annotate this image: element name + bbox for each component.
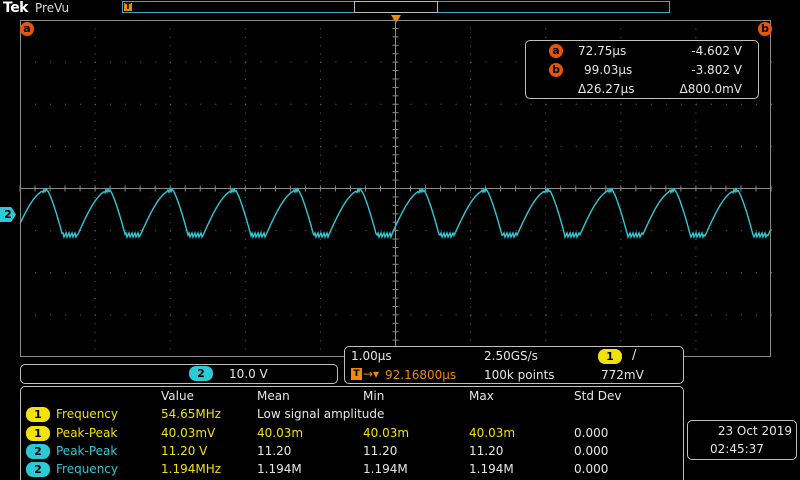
cursor-b-marker[interactable]: b bbox=[758, 22, 772, 36]
trigger-delay-icon: T bbox=[351, 368, 362, 380]
meas-row-mean: 11.20 bbox=[257, 444, 292, 458]
meas-row-stddev: 0.000 bbox=[574, 426, 609, 440]
trigger-source-badge: 1 bbox=[598, 349, 622, 364]
meas-header-min: Min bbox=[363, 389, 385, 403]
meas-row-name: Frequency bbox=[56, 462, 118, 476]
meas-row-mean: 40.03m bbox=[257, 426, 304, 440]
ch2-scale-panel[interactable]: 2 10.0 V bbox=[20, 364, 338, 384]
meas-header-stddev: Std Dev bbox=[574, 389, 622, 403]
date-readout: 23 Oct 2019 bbox=[717, 424, 792, 438]
trigger-level: 772mV bbox=[601, 368, 644, 382]
datetime-panel[interactable]: 23 Oct 2019 02:45:37 bbox=[687, 420, 797, 460]
meas-row-max: 1.194M bbox=[469, 462, 514, 476]
meas-row-max: 40.03m bbox=[469, 426, 516, 440]
meas-row-stddev: 0.000 bbox=[574, 462, 609, 476]
meas-header-max: Max bbox=[469, 389, 494, 403]
cursor-a-voltage: -4.602 V bbox=[691, 44, 742, 58]
cursor-b-time: 99.03µs bbox=[584, 63, 633, 77]
meas-row-value: 1.194MHz bbox=[161, 462, 222, 476]
meas-row-max: 11.20 bbox=[469, 444, 504, 458]
sample-rate: 2.50GS/s bbox=[484, 349, 538, 363]
meas-row-channel-badge: 2 bbox=[26, 462, 50, 477]
meas-header-mean: Mean bbox=[257, 389, 290, 403]
meas-row-min: 40.03m bbox=[363, 426, 410, 440]
time-per-division: 1.00µs bbox=[351, 349, 392, 363]
trigger-delay-arrow: →▾ bbox=[363, 367, 380, 381]
horizontal-trigger-panel[interactable]: 1.00µs 2.50GS/s 1 / T →▾ 92.16800µs 100k… bbox=[344, 346, 684, 384]
cursor-b-voltage: -3.802 V bbox=[691, 63, 742, 77]
meas-row-min: 11.20 bbox=[363, 444, 398, 458]
meas-row-value: 11.20 V bbox=[161, 444, 208, 458]
cursor-delta-voltage: Δ800.0mV bbox=[679, 82, 742, 96]
record-length: 100k points bbox=[484, 368, 555, 382]
cursor-b-badge: b bbox=[549, 63, 563, 77]
trigger-delay: 92.16800µs bbox=[385, 368, 457, 382]
meas-row-min: 1.194M bbox=[363, 462, 408, 476]
meas-row-stddev: 0.000 bbox=[574, 444, 609, 458]
cursor-a-badge: a bbox=[549, 44, 563, 58]
meas-row-value: 40.03mV bbox=[161, 426, 216, 440]
ch2-badge: 2 bbox=[189, 366, 213, 381]
ch2-scale: 10.0 V bbox=[229, 367, 268, 381]
meas-row-channel-badge: 1 bbox=[26, 426, 50, 441]
cursor-a-marker[interactable]: a bbox=[20, 22, 34, 36]
meas-row-name: Peak-Peak bbox=[56, 444, 118, 458]
meas-header-value: Value bbox=[161, 389, 194, 403]
meas-row-name: Peak-Peak bbox=[56, 426, 118, 440]
cursor-delta-time: Δ26.27µs bbox=[578, 82, 635, 96]
cursor-a-time: 72.75µs bbox=[578, 44, 627, 58]
cursor-readout-panel[interactable]: a 72.75µs -4.602 V b 99.03µs -3.802 V Δ2… bbox=[525, 40, 759, 99]
meas-row-channel-badge: 2 bbox=[26, 444, 50, 459]
trigger-slope-icon: / bbox=[632, 348, 637, 363]
meas-row-name: Frequency bbox=[56, 407, 118, 421]
meas-row-mean: 1.194M bbox=[257, 462, 302, 476]
time-readout: 02:45:37 bbox=[710, 442, 764, 456]
meas-row-value: 54.65MHz bbox=[161, 407, 222, 421]
meas-row-channel-badge: 1 bbox=[26, 407, 50, 422]
meas-row-mean: Low signal amplitude bbox=[257, 407, 385, 421]
measurements-panel[interactable]: Value Mean Min Max Std Dev 1 Frequency 54.… bbox=[20, 386, 684, 480]
